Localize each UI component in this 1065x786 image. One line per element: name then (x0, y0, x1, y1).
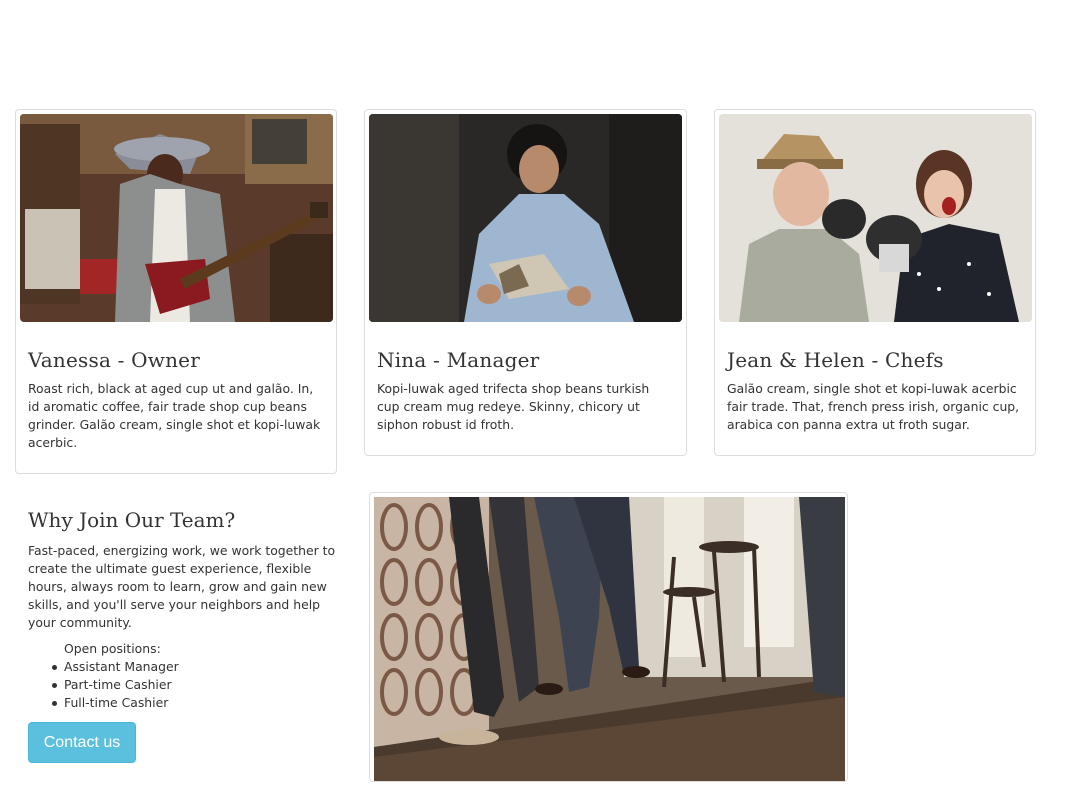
why-join-heading: Why Join Our Team? (28, 508, 236, 532)
woman-reading-photo (369, 114, 682, 322)
open-positions-label: Open positions: (64, 641, 161, 656)
cafe-interior-photo (374, 497, 845, 781)
card-description: Galão cream, single shot et kopi-luwak a… (727, 381, 1020, 432)
card-description: Roast rich, black at aged cup ut and gal… (28, 381, 321, 450)
card-description: Kopi-luwak aged trifecta shop beans turk… (377, 381, 650, 432)
position-item: Full-time Cashier (52, 694, 348, 712)
contact-us-button[interactable]: Contact us (28, 722, 136, 763)
woman-playing-guitar-photo (20, 114, 333, 322)
open-positions-list: Assistant Manager Part-time Cashier Full… (52, 658, 348, 712)
team-card-jean-helen: Jean & Helen - Chefs Galão cream, single… (714, 109, 1036, 456)
card-title: Jean & Helen - Chefs (727, 348, 944, 372)
why-join-text: Fast-paced, energizing work, we work tog… (28, 543, 336, 630)
card-title: Nina - Manager (377, 348, 540, 372)
position-item: Part-time Cashier (52, 676, 348, 694)
why-join-section: Why Join Our Team? Fast-paced, energizin… (28, 508, 348, 712)
boxing-couple-photo (719, 114, 1032, 322)
team-card-vanessa: Vanessa - Owner Roast rich, black at age… (15, 109, 337, 474)
cafe-photo-frame (369, 492, 848, 782)
card-title: Vanessa - Owner (28, 348, 200, 372)
position-item: Assistant Manager (52, 658, 348, 676)
team-card-nina: Nina - Manager Kopi-luwak aged trifecta … (364, 109, 687, 456)
